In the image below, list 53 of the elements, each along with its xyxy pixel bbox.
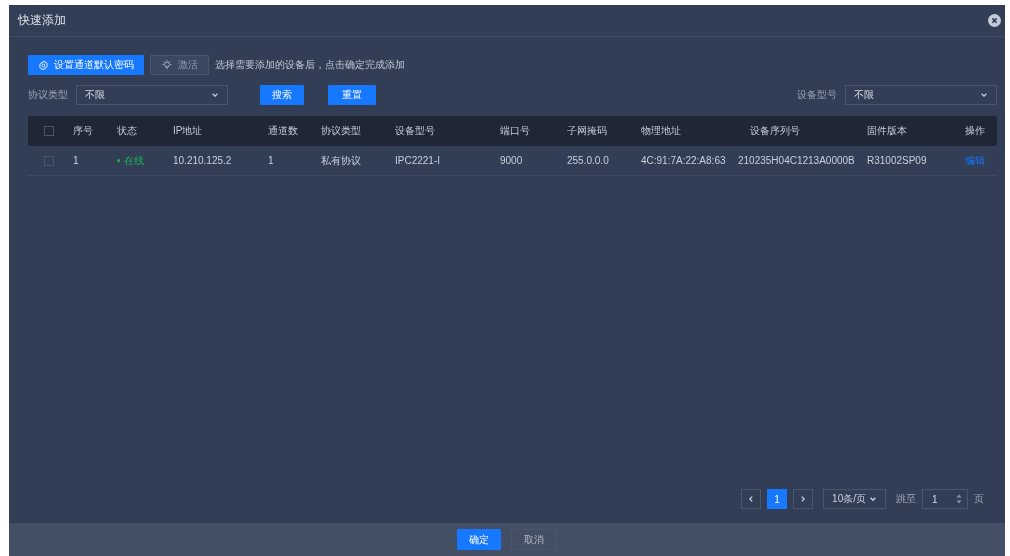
column-header: 设备序列号 <box>749 124 801 138</box>
table-cell-text: IPC2221-I <box>394 155 442 166</box>
gear-icon <box>38 59 49 71</box>
table-cell-text: 1 <box>267 155 275 166</box>
model-label: 设备型号 <box>797 88 837 102</box>
search-button[interactable]: 搜索 <box>260 85 304 105</box>
lightbulb-icon <box>161 59 173 71</box>
next-page-button[interactable] <box>793 489 814 509</box>
jump-label: 跳至 <box>896 492 916 506</box>
table-cell-text: 私有协议 <box>320 153 362 168</box>
table-cell-text: 255.0.0.0 <box>566 155 610 166</box>
column-header: 序号 <box>72 124 94 138</box>
previous-page-button[interactable] <box>741 489 762 509</box>
chevron-down-icon <box>211 91 219 99</box>
reset-button[interactable]: 重置 <box>328 85 376 105</box>
window-title: 快速添加 <box>18 12 66 29</box>
column-header: 操作 <box>964 124 986 138</box>
hint-text: 选择需要添加的设备后，点击确定完成添加 <box>215 58 405 72</box>
table-cell-text: 1 <box>72 155 80 166</box>
page-suffix: 页 <box>974 492 984 506</box>
column-header: 通道数 <box>267 124 299 138</box>
column-header: 端口号 <box>499 124 531 138</box>
page-input[interactable]: 1 <box>922 489 968 509</box>
column-header: 固件版本 <box>866 124 908 138</box>
column-header: 协议类型 <box>320 124 362 138</box>
page-size-select[interactable]: 10条/页 <box>823 489 886 509</box>
table-cell-text: 210235H04C1213A0000B <box>737 155 856 166</box>
set-password-button[interactable]: 设置通道默认密码 <box>28 55 144 75</box>
column-header: 状态 <box>116 124 138 138</box>
table-cell-text: 4C:91:7A:22:A8:63 <box>640 155 727 166</box>
close-button[interactable] <box>988 14 1001 27</box>
column-header: 物理地址 <box>640 124 682 138</box>
chevron-down-icon <box>980 91 988 99</box>
select-all-checkbox[interactable] <box>44 126 54 136</box>
page-button[interactable]: 1 <box>767 489 788 509</box>
chevron-down-icon <box>869 495 877 503</box>
table-cell-text: 10.210.125.2 <box>172 155 233 166</box>
model-select[interactable]: 不限 <box>845 85 997 105</box>
table-cell-text: 9000 <box>499 155 524 166</box>
cancel-button[interactable]: 取消 <box>511 529 557 550</box>
row-checkbox[interactable] <box>44 155 54 166</box>
close-icon <box>991 17 998 24</box>
column-header: 子网掩码 <box>566 124 608 138</box>
column-header: IP地址 <box>172 124 204 138</box>
ok-button[interactable]: 确定 <box>457 529 501 550</box>
spinner-arrows-icon <box>956 494 962 504</box>
table-cell-text: R31002SP09 <box>866 155 928 166</box>
status-text: 在线 <box>124 153 144 168</box>
protocol-label: 协议类型 <box>28 88 68 102</box>
protocol-select[interactable]: 不限 <box>76 85 228 105</box>
column-header: 设备型号 <box>394 124 436 138</box>
edit-link[interactable]: 编辑 <box>957 153 997 168</box>
chevron-right-icon <box>799 495 808 503</box>
